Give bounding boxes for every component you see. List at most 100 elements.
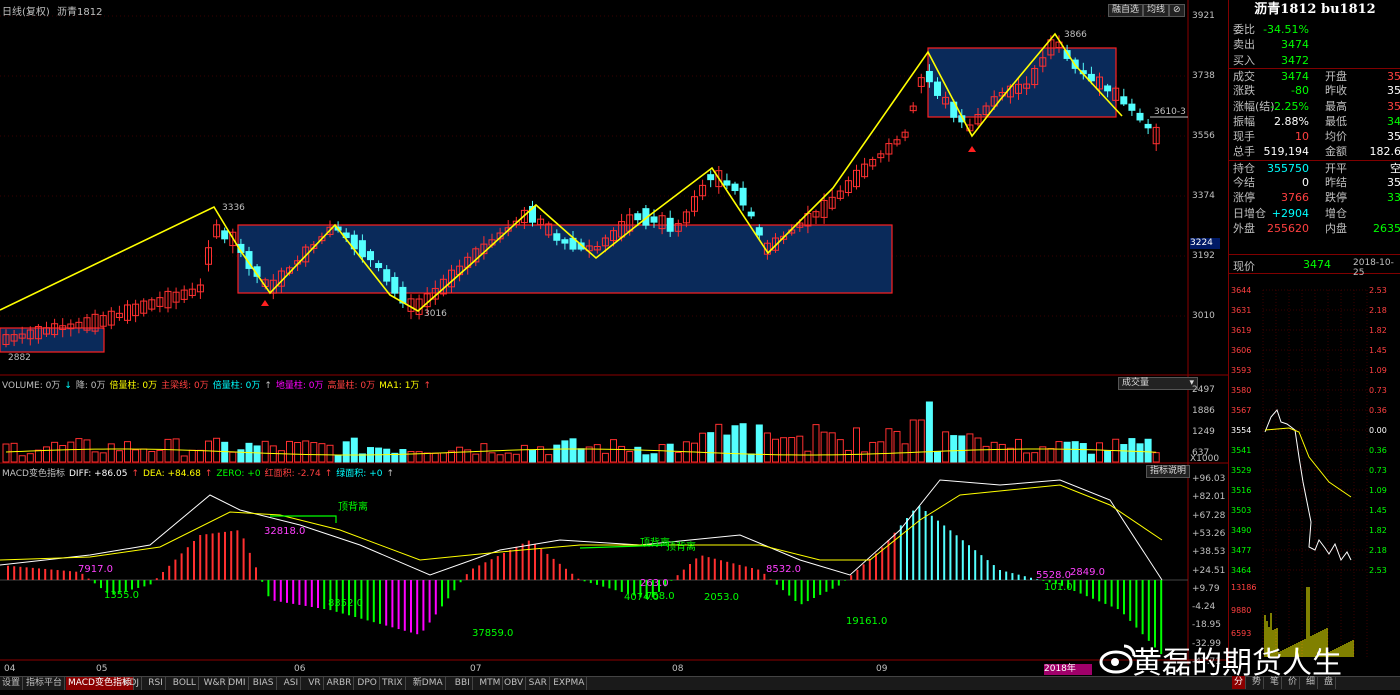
price-annotation: 3866 xyxy=(1064,30,1087,40)
volume-bar xyxy=(10,442,18,463)
indicator-value: ↑ xyxy=(204,469,213,479)
ma-toggle-button[interactable]: 均线 xyxy=(1143,4,1170,17)
volume-dropdown-label: 成交量 xyxy=(1122,378,1150,388)
indicator-value: DIFF: +86.05 xyxy=(68,469,128,479)
indicator-tab[interactable]: ARBR xyxy=(325,677,355,690)
intraday-volume-tick: 9880 xyxy=(1231,606,1251,615)
volume-bar xyxy=(229,451,237,463)
indicator-tab[interactable]: 新DMA xyxy=(411,677,446,690)
quote-label: 开盘 xyxy=(1325,69,1347,83)
watermark-text: 黄磊的期货人生 xyxy=(1132,646,1342,681)
indicator-tab[interactable]: OBV xyxy=(502,677,527,690)
indicator-value: MA1: 1万 xyxy=(379,381,420,391)
intraday-chart[interactable]: 3644 2.53 3631 2.18 3619 1.82 3606 1.45 3593 1.09… xyxy=(1229,282,1400,662)
indicator-tab[interactable]: DMI xyxy=(226,677,249,690)
quote-value: 35 xyxy=(1387,69,1400,83)
kline-chart[interactable]: 3336 3016 3866 2882 3610-3 7917.0 1355.0 32818… xyxy=(0,0,1228,665)
volume-unit: X1000 xyxy=(1190,454,1220,464)
volume-bar xyxy=(318,443,326,463)
quote-label: 今结 xyxy=(1233,176,1255,189)
quote-label: 开平 xyxy=(1325,161,1347,175)
indicator-tab[interactable]: TRIX xyxy=(380,677,406,690)
indicator-tab[interactable]: VR xyxy=(306,677,324,690)
indicator-value: ↑ xyxy=(423,381,431,391)
candle xyxy=(358,240,366,258)
volume-bar xyxy=(642,454,650,463)
indicator-value: 倍量柱: 0万 xyxy=(109,381,158,391)
volume-bar xyxy=(836,439,844,463)
intraday-pct-tick: 1.09 xyxy=(1369,366,1387,375)
candle xyxy=(634,213,642,221)
volume-bar xyxy=(488,452,496,463)
quote-panel: 沥青1812 bu1812 委比 -34.51% 卖出 3474 买入 3472 成交 347… xyxy=(1228,0,1400,665)
axis-tick-label: 1886 xyxy=(1192,406,1215,416)
indicator-tab[interactable]: BOLL xyxy=(171,677,199,690)
volume-bar xyxy=(820,431,828,463)
candle xyxy=(1128,103,1136,111)
volume-bar xyxy=(1071,441,1079,463)
volume-bar xyxy=(91,451,99,463)
candle xyxy=(221,230,229,240)
date-axis: 04 05 06 07 08 09 xyxy=(0,664,1188,675)
indicator-tab[interactable]: BBI xyxy=(453,677,473,690)
price-annotation: 3016 xyxy=(424,309,447,319)
indicator-tab[interactable]: W&R xyxy=(202,677,229,690)
intraday-price-tick: 3580 xyxy=(1231,386,1251,395)
volume-bar xyxy=(342,441,350,463)
macd-annotation: 758.0 xyxy=(646,591,675,602)
indicator-tab[interactable]: EXPMA xyxy=(551,677,588,690)
volume-bar xyxy=(950,435,958,463)
add-favorite-button[interactable]: 融自选 xyxy=(1108,4,1144,17)
indicator-tab[interactable]: SAR xyxy=(527,677,550,690)
quote-label: 金额 xyxy=(1325,145,1347,159)
quote-label: 现手 xyxy=(1233,130,1255,144)
volume-bar xyxy=(650,453,658,463)
macd-annotation: 1355.0 xyxy=(104,590,139,601)
macd-annotation: 5528.0 xyxy=(1036,570,1071,581)
volume-bar xyxy=(990,441,998,463)
chart-mode-label: 日线(复权) xyxy=(2,7,50,18)
indicator-value: 主梁线: 0万 xyxy=(161,381,209,391)
volume-bar xyxy=(966,433,974,463)
indicator-tab[interactable]: 指标平台 xyxy=(24,677,66,690)
indicator-tab[interactable]: RSI xyxy=(146,677,166,690)
indicator-tab[interactable]: MTM xyxy=(477,677,504,690)
indicator-tab[interactable]: BIAS xyxy=(251,677,277,690)
indicator-tab[interactable]: DPO xyxy=(355,677,380,690)
volume-bar xyxy=(1152,452,1160,463)
axis-tick-label: 3010 xyxy=(1192,311,1215,321)
volume-bar xyxy=(731,425,739,463)
axis-tick-label: 1249 xyxy=(1192,427,1215,437)
intraday-pct-tick: 1.45 xyxy=(1369,346,1387,355)
quote-value: 3474 xyxy=(1281,38,1309,52)
volume-bar xyxy=(512,453,520,463)
volume-bar xyxy=(885,428,893,463)
volume-bar xyxy=(1096,442,1103,463)
indicator-value: 红面积: -2.74 xyxy=(264,469,321,479)
volume-bar xyxy=(124,441,131,463)
volume-bar xyxy=(861,451,869,463)
axis-tick-label: 3192 xyxy=(1192,251,1215,261)
indicator-value: ↑ xyxy=(386,469,395,479)
indicator-tab[interactable]: 设置 xyxy=(0,677,24,690)
quote-value: 182.6 xyxy=(1369,145,1400,159)
price-axis: 3921 3738 3556 3374 3192 3010 xyxy=(1190,0,1228,375)
intraday-pct-tick: 0.36 xyxy=(1369,406,1387,415)
quote-label: 最低 xyxy=(1325,114,1347,128)
quote-label: 总手 xyxy=(1233,145,1255,159)
quote-value: 2635 xyxy=(1373,221,1400,235)
volume-bar xyxy=(2,443,10,463)
indicator-tab[interactable]: KDJ xyxy=(122,677,143,690)
quote-row: 涨跌 -80 昨收 35 xyxy=(1229,83,1400,98)
volume-bar xyxy=(934,450,941,463)
quote-value: 35 xyxy=(1387,176,1400,189)
indicator-tab[interactable]: ASI xyxy=(282,677,302,690)
indicator-help-button[interactable]: 指标说明 xyxy=(1146,465,1191,478)
volume-indicator-dropdown[interactable]: 成交量 ▾ xyxy=(1118,377,1198,390)
main-chart-area[interactable]: 3336 3016 3866 2882 3610-3 7917.0 1355.0 32818… xyxy=(0,0,1228,674)
axis-tick-label: +67.28 xyxy=(1192,510,1226,521)
close-icon[interactable]: ⊘ xyxy=(1169,4,1185,17)
quote-value: 2.88% xyxy=(1274,114,1309,128)
volume-bar xyxy=(529,449,536,463)
intraday-price-tick: 3490 xyxy=(1231,526,1251,535)
